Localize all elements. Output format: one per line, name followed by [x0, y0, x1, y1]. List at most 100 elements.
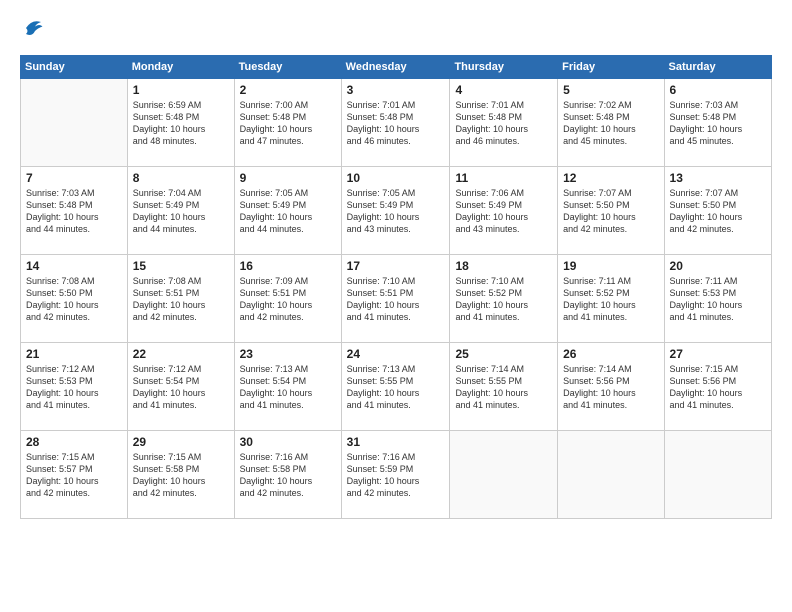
- calendar-cell: 27 Sunrise: 7:15 AMSunset: 5:56 PMDayligh…: [664, 343, 771, 431]
- day-info: Sunrise: 7:08 AMSunset: 5:50 PMDaylight:…: [26, 275, 122, 324]
- calendar-cell: 29 Sunrise: 7:15 AMSunset: 5:58 PMDayligh…: [127, 431, 234, 519]
- day-number: 29: [133, 435, 229, 449]
- day-number: 28: [26, 435, 122, 449]
- day-number: 3: [347, 83, 445, 97]
- logo: [20, 16, 48, 45]
- day-info: Sunrise: 7:03 AMSunset: 5:48 PMDaylight:…: [670, 99, 766, 148]
- week-row-4: 21 Sunrise: 7:12 AMSunset: 5:53 PMDayligh…: [21, 343, 772, 431]
- day-number: 4: [455, 83, 552, 97]
- logo-icon: [20, 16, 44, 45]
- calendar-cell: 28 Sunrise: 7:15 AMSunset: 5:57 PMDayligh…: [21, 431, 128, 519]
- header: [20, 16, 772, 45]
- day-info: Sunrise: 7:15 AMSunset: 5:58 PMDaylight:…: [133, 451, 229, 500]
- calendar-cell: 14Sunrise: 7:08 AMSunset: 5:50 PMDayligh…: [21, 255, 128, 343]
- calendar-cell: [664, 431, 771, 519]
- day-info: Sunrise: 7:09 AMSunset: 5:51 PMDaylight:…: [240, 275, 336, 324]
- calendar-cell: [450, 431, 558, 519]
- day-number: 22: [133, 347, 229, 361]
- calendar-cell: 18 Sunrise: 7:10 AMSunset: 5:52 PMDayligh…: [450, 255, 558, 343]
- calendar-cell: 7 Sunrise: 7:03 AMSunset: 5:48 PMDaylight…: [21, 167, 128, 255]
- weekday-header-friday: Friday: [558, 56, 664, 79]
- day-info: Sunrise: 7:14 AMSunset: 5:56 PMDaylight:…: [563, 363, 658, 412]
- day-number: 23: [240, 347, 336, 361]
- calendar-cell: 31 Sunrise: 7:16 AMSunset: 5:59 PMDayligh…: [341, 431, 450, 519]
- calendar-cell: [21, 79, 128, 167]
- weekday-header-saturday: Saturday: [664, 56, 771, 79]
- day-info: Sunrise: 7:10 AMSunset: 5:52 PMDaylight:…: [455, 275, 552, 324]
- day-info: Sunrise: 7:14 AMSunset: 5:55 PMDaylight:…: [455, 363, 552, 412]
- day-number: 13: [670, 171, 766, 185]
- calendar-cell: 13 Sunrise: 7:07 AMSunset: 5:50 PMDayligh…: [664, 167, 771, 255]
- week-row-5: 28 Sunrise: 7:15 AMSunset: 5:57 PMDayligh…: [21, 431, 772, 519]
- day-number: 31: [347, 435, 445, 449]
- day-info: Sunrise: 7:00 AMSunset: 5:48 PMDaylight:…: [240, 99, 336, 148]
- calendar-cell: 19 Sunrise: 7:11 AMSunset: 5:52 PMDayligh…: [558, 255, 664, 343]
- day-info: Sunrise: 7:15 AMSunset: 5:56 PMDaylight:…: [670, 363, 766, 412]
- day-info: Sunrise: 7:05 AMSunset: 5:49 PMDaylight:…: [240, 187, 336, 236]
- day-number: 19: [563, 259, 658, 273]
- weekday-header-wednesday: Wednesday: [341, 56, 450, 79]
- calendar-cell: 15 Sunrise: 7:08 AMSunset: 5:51 PMDayligh…: [127, 255, 234, 343]
- day-info: Sunrise: 7:13 AMSunset: 5:54 PMDaylight:…: [240, 363, 336, 412]
- weekday-header-thursday: Thursday: [450, 56, 558, 79]
- day-number: 18: [455, 259, 552, 273]
- weekday-header-sunday: Sunday: [21, 56, 128, 79]
- calendar-cell: 17 Sunrise: 7:10 AMSunset: 5:51 PMDayligh…: [341, 255, 450, 343]
- calendar-cell: 12 Sunrise: 7:07 AMSunset: 5:50 PMDayligh…: [558, 167, 664, 255]
- calendar-cell: 9 Sunrise: 7:05 AMSunset: 5:49 PMDaylight…: [234, 167, 341, 255]
- week-row-3: 14Sunrise: 7:08 AMSunset: 5:50 PMDayligh…: [21, 255, 772, 343]
- calendar-cell: 10 Sunrise: 7:05 AMSunset: 5:49 PMDayligh…: [341, 167, 450, 255]
- day-info: Sunrise: 7:06 AMSunset: 5:49 PMDaylight:…: [455, 187, 552, 236]
- day-number: 1: [133, 83, 229, 97]
- day-number: 21: [26, 347, 122, 361]
- week-row-2: 7 Sunrise: 7:03 AMSunset: 5:48 PMDaylight…: [21, 167, 772, 255]
- calendar: SundayMondayTuesdayWednesdayThursdayFrid…: [20, 55, 772, 519]
- day-info: Sunrise: 7:15 AMSunset: 5:57 PMDaylight:…: [26, 451, 122, 500]
- calendar-cell: [558, 431, 664, 519]
- day-number: 11: [455, 171, 552, 185]
- day-info: Sunrise: 7:12 AMSunset: 5:53 PMDaylight:…: [26, 363, 122, 412]
- page: SundayMondayTuesdayWednesdayThursdayFrid…: [0, 0, 792, 612]
- day-info: Sunrise: 7:01 AMSunset: 5:48 PMDaylight:…: [455, 99, 552, 148]
- day-info: Sunrise: 7:03 AMSunset: 5:48 PMDaylight:…: [26, 187, 122, 236]
- day-info: Sunrise: 7:11 AMSunset: 5:53 PMDaylight:…: [670, 275, 766, 324]
- calendar-cell: 20 Sunrise: 7:11 AMSunset: 5:53 PMDayligh…: [664, 255, 771, 343]
- day-info: Sunrise: 7:07 AMSunset: 5:50 PMDaylight:…: [563, 187, 658, 236]
- day-info: Sunrise: 7:02 AMSunset: 5:48 PMDaylight:…: [563, 99, 658, 148]
- day-info: Sunrise: 6:59 AMSunset: 5:48 PMDaylight:…: [133, 99, 229, 148]
- day-number: 10: [347, 171, 445, 185]
- day-number: 17: [347, 259, 445, 273]
- calendar-cell: 21 Sunrise: 7:12 AMSunset: 5:53 PMDayligh…: [21, 343, 128, 431]
- calendar-cell: 8Sunrise: 7:04 AMSunset: 5:49 PMDaylight…: [127, 167, 234, 255]
- day-number: 5: [563, 83, 658, 97]
- day-number: 30: [240, 435, 336, 449]
- day-number: 20: [670, 259, 766, 273]
- day-info: Sunrise: 7:11 AMSunset: 5:52 PMDaylight:…: [563, 275, 658, 324]
- calendar-cell: 1 Sunrise: 6:59 AMSunset: 5:48 PMDaylight…: [127, 79, 234, 167]
- day-info: Sunrise: 7:08 AMSunset: 5:51 PMDaylight:…: [133, 275, 229, 324]
- day-number: 15: [133, 259, 229, 273]
- calendar-cell: 5 Sunrise: 7:02 AMSunset: 5:48 PMDaylight…: [558, 79, 664, 167]
- day-info: Sunrise: 7:12 AMSunset: 5:54 PMDaylight:…: [133, 363, 229, 412]
- day-info: Sunrise: 7:10 AMSunset: 5:51 PMDaylight:…: [347, 275, 445, 324]
- day-number: 27: [670, 347, 766, 361]
- weekday-header-row: SundayMondayTuesdayWednesdayThursdayFrid…: [21, 56, 772, 79]
- day-number: 7: [26, 171, 122, 185]
- day-info: Sunrise: 7:05 AMSunset: 5:49 PMDaylight:…: [347, 187, 445, 236]
- day-number: 8: [133, 171, 229, 185]
- day-number: 12: [563, 171, 658, 185]
- day-number: 16: [240, 259, 336, 273]
- calendar-cell: 24Sunrise: 7:13 AMSunset: 5:55 PMDayligh…: [341, 343, 450, 431]
- day-info: Sunrise: 7:13 AMSunset: 5:55 PMDaylight:…: [347, 363, 445, 412]
- day-info: Sunrise: 7:01 AMSunset: 5:48 PMDaylight:…: [347, 99, 445, 148]
- calendar-cell: 26Sunrise: 7:14 AMSunset: 5:56 PMDayligh…: [558, 343, 664, 431]
- calendar-cell: 3 Sunrise: 7:01 AMSunset: 5:48 PMDaylight…: [341, 79, 450, 167]
- day-number: 25: [455, 347, 552, 361]
- calendar-cell: 2Sunrise: 7:00 AMSunset: 5:48 PMDaylight…: [234, 79, 341, 167]
- week-row-1: 1 Sunrise: 6:59 AMSunset: 5:48 PMDaylight…: [21, 79, 772, 167]
- day-info: Sunrise: 7:16 AMSunset: 5:59 PMDaylight:…: [347, 451, 445, 500]
- day-number: 9: [240, 171, 336, 185]
- day-number: 6: [670, 83, 766, 97]
- calendar-cell: 23 Sunrise: 7:13 AMSunset: 5:54 PMDayligh…: [234, 343, 341, 431]
- day-info: Sunrise: 7:07 AMSunset: 5:50 PMDaylight:…: [670, 187, 766, 236]
